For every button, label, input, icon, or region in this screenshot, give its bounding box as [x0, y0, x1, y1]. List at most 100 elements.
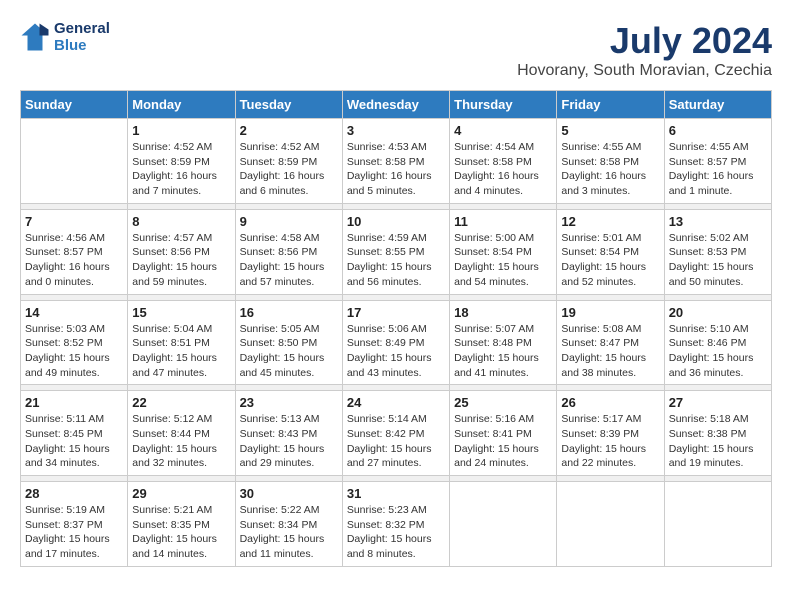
- day-info: Sunrise: 5:06 AM Sunset: 8:49 PM Dayligh…: [347, 322, 445, 381]
- day-number: 29: [132, 486, 230, 501]
- day-info: Sunrise: 5:01 AM Sunset: 8:54 PM Dayligh…: [561, 231, 659, 290]
- day-info: Sunrise: 5:14 AM Sunset: 8:42 PM Dayligh…: [347, 412, 445, 471]
- calendar-cell: 23Sunrise: 5:13 AM Sunset: 8:43 PM Dayli…: [235, 391, 342, 476]
- day-info: Sunrise: 4:52 AM Sunset: 8:59 PM Dayligh…: [240, 140, 338, 199]
- day-info: Sunrise: 5:17 AM Sunset: 8:39 PM Dayligh…: [561, 412, 659, 471]
- day-info: Sunrise: 5:08 AM Sunset: 8:47 PM Dayligh…: [561, 322, 659, 381]
- calendar-cell: 16 Sunrise: 5:05 AM Sunset: 8:50 PM Dayli…: [235, 300, 342, 385]
- logo: General Blue: [20, 20, 110, 54]
- day-number: 2: [240, 123, 338, 138]
- month-title: July 2024: [517, 20, 772, 62]
- day-number: 4: [454, 123, 552, 138]
- calendar-cell: 21Sunrise: 5:11 AM Sunset: 8:45 PM Dayli…: [21, 391, 128, 476]
- weekday-header: Wednesday: [342, 91, 449, 119]
- day-info: Sunrise: 4:59 AM Sunset: 8:55 PM Dayligh…: [347, 231, 445, 290]
- day-number: 27: [669, 395, 767, 410]
- calendar-cell: 24 Sunrise: 5:14 AM Sunset: 8:42 PM Dayli…: [342, 391, 449, 476]
- calendar-cell: 15 Sunrise: 5:04 AM Sunset: 8:51 PM Dayli…: [128, 300, 235, 385]
- calendar-cell: 30Sunrise: 5:22 AM Sunset: 8:34 PM Dayli…: [235, 482, 342, 567]
- calendar-cell: 12 Sunrise: 5:01 AM Sunset: 8:54 PM Dayli…: [557, 209, 664, 294]
- day-info: Sunrise: 5:04 AM Sunset: 8:51 PM Dayligh…: [132, 322, 230, 381]
- day-info: Sunrise: 4:55 AM Sunset: 8:58 PM Dayligh…: [561, 140, 659, 199]
- page-header: General Blue July 2024 Hovorany, South M…: [20, 20, 772, 80]
- day-info: Sunrise: 5:13 AM Sunset: 8:43 PM Dayligh…: [240, 412, 338, 471]
- day-info: Sunrise: 5:00 AM Sunset: 8:54 PM Dayligh…: [454, 231, 552, 290]
- calendar-cell: 26 Sunrise: 5:17 AM Sunset: 8:39 PM Dayli…: [557, 391, 664, 476]
- logo-line1: General: [54, 20, 110, 37]
- day-info: Sunrise: 5:02 AM Sunset: 8:53 PM Dayligh…: [669, 231, 767, 290]
- day-number: 14: [25, 305, 123, 320]
- day-number: 16: [240, 305, 338, 320]
- calendar-cell: 14 Sunrise: 5:03 AM Sunset: 8:52 PM Dayli…: [21, 300, 128, 385]
- weekday-header: Sunday: [21, 91, 128, 119]
- day-number: 31: [347, 486, 445, 501]
- calendar-cell: 6 Sunrise: 4:55 AM Sunset: 8:57 PM Daylig…: [664, 119, 771, 204]
- calendar-week-row: 7 Sunrise: 4:56 AM Sunset: 8:57 PM Daylig…: [21, 209, 772, 294]
- day-number: 20: [669, 305, 767, 320]
- subtitle: Hovorany, South Moravian, Czechia: [517, 62, 772, 80]
- day-info: Sunrise: 4:54 AM Sunset: 8:58 PM Dayligh…: [454, 140, 552, 199]
- day-number: 26: [561, 395, 659, 410]
- calendar-cell: 20 Sunrise: 5:10 AM Sunset: 8:46 PM Dayli…: [664, 300, 771, 385]
- day-number: 3: [347, 123, 445, 138]
- day-number: 19: [561, 305, 659, 320]
- calendar-cell: 28 Sunrise: 5:19 AM Sunset: 8:37 PM Dayli…: [21, 482, 128, 567]
- calendar-cell: 25Sunrise: 5:16 AM Sunset: 8:41 PM Dayli…: [450, 391, 557, 476]
- day-number: 6: [669, 123, 767, 138]
- title-area: July 2024 Hovorany, South Moravian, Czec…: [517, 20, 772, 80]
- calendar-cell: 10Sunrise: 4:59 AM Sunset: 8:55 PM Dayli…: [342, 209, 449, 294]
- day-info: Sunrise: 5:22 AM Sunset: 8:34 PM Dayligh…: [240, 503, 338, 562]
- day-info: Sunrise: 5:18 AM Sunset: 8:38 PM Dayligh…: [669, 412, 767, 471]
- weekday-header: Tuesday: [235, 91, 342, 119]
- calendar-cell: 5 Sunrise: 4:55 AM Sunset: 8:58 PM Daylig…: [557, 119, 664, 204]
- day-info: Sunrise: 5:23 AM Sunset: 8:32 PM Dayligh…: [347, 503, 445, 562]
- weekday-header: Friday: [557, 91, 664, 119]
- day-info: Sunrise: 5:05 AM Sunset: 8:50 PM Dayligh…: [240, 322, 338, 381]
- calendar-cell: 2 Sunrise: 4:52 AM Sunset: 8:59 PM Daylig…: [235, 119, 342, 204]
- day-info: Sunrise: 4:58 AM Sunset: 8:56 PM Dayligh…: [240, 231, 338, 290]
- calendar-week-row: 21Sunrise: 5:11 AM Sunset: 8:45 PM Dayli…: [21, 391, 772, 476]
- day-number: 13: [669, 214, 767, 229]
- header-row: SundayMondayTuesdayWednesdayThursdayFrid…: [21, 91, 772, 119]
- day-number: 24: [347, 395, 445, 410]
- calendar-cell: 8Sunrise: 4:57 AM Sunset: 8:56 PM Daylig…: [128, 209, 235, 294]
- day-info: Sunrise: 5:19 AM Sunset: 8:37 PM Dayligh…: [25, 503, 123, 562]
- day-info: Sunrise: 5:03 AM Sunset: 8:52 PM Dayligh…: [25, 322, 123, 381]
- calendar-cell: 11 Sunrise: 5:00 AM Sunset: 8:54 PM Dayli…: [450, 209, 557, 294]
- day-info: Sunrise: 4:55 AM Sunset: 8:57 PM Dayligh…: [669, 140, 767, 199]
- calendar-cell: 18Sunrise: 5:07 AM Sunset: 8:48 PM Dayli…: [450, 300, 557, 385]
- day-number: 9: [240, 214, 338, 229]
- calendar-cell: 13 Sunrise: 5:02 AM Sunset: 8:53 PM Dayli…: [664, 209, 771, 294]
- day-info: Sunrise: 5:11 AM Sunset: 8:45 PM Dayligh…: [25, 412, 123, 471]
- day-info: Sunrise: 4:57 AM Sunset: 8:56 PM Dayligh…: [132, 231, 230, 290]
- weekday-header: Saturday: [664, 91, 771, 119]
- day-number: 5: [561, 123, 659, 138]
- day-info: Sunrise: 4:53 AM Sunset: 8:58 PM Dayligh…: [347, 140, 445, 199]
- day-info: Sunrise: 5:10 AM Sunset: 8:46 PM Dayligh…: [669, 322, 767, 381]
- day-number: 18: [454, 305, 552, 320]
- day-info: Sunrise: 4:52 AM Sunset: 8:59 PM Dayligh…: [132, 140, 230, 199]
- calendar-cell: 17Sunrise: 5:06 AM Sunset: 8:49 PM Dayli…: [342, 300, 449, 385]
- day-info: Sunrise: 4:56 AM Sunset: 8:57 PM Dayligh…: [25, 231, 123, 290]
- calendar-cell: 22 Sunrise: 5:12 AM Sunset: 8:44 PM Dayli…: [128, 391, 235, 476]
- logo-line2: Blue: [54, 37, 110, 54]
- day-number: 15: [132, 305, 230, 320]
- calendar-table: SundayMondayTuesdayWednesdayThursdayFrid…: [20, 90, 772, 567]
- logo-icon: [20, 22, 50, 52]
- weekday-header: Monday: [128, 91, 235, 119]
- day-number: 12: [561, 214, 659, 229]
- calendar-cell: 1 Sunrise: 4:52 AM Sunset: 8:59 PM Daylig…: [128, 119, 235, 204]
- calendar-week-row: 14 Sunrise: 5:03 AM Sunset: 8:52 PM Dayli…: [21, 300, 772, 385]
- calendar-cell: [557, 482, 664, 567]
- calendar-cell: 3 Sunrise: 4:53 AM Sunset: 8:58 PM Daylig…: [342, 119, 449, 204]
- day-info: Sunrise: 5:12 AM Sunset: 8:44 PM Dayligh…: [132, 412, 230, 471]
- calendar-cell: 27 Sunrise: 5:18 AM Sunset: 8:38 PM Dayli…: [664, 391, 771, 476]
- day-number: 7: [25, 214, 123, 229]
- day-number: 28: [25, 486, 123, 501]
- calendar-cell: 31 Sunrise: 5:23 AM Sunset: 8:32 PM Dayli…: [342, 482, 449, 567]
- day-number: 1: [132, 123, 230, 138]
- day-number: 22: [132, 395, 230, 410]
- day-info: Sunrise: 5:21 AM Sunset: 8:35 PM Dayligh…: [132, 503, 230, 562]
- calendar-cell: [21, 119, 128, 204]
- day-number: 11: [454, 214, 552, 229]
